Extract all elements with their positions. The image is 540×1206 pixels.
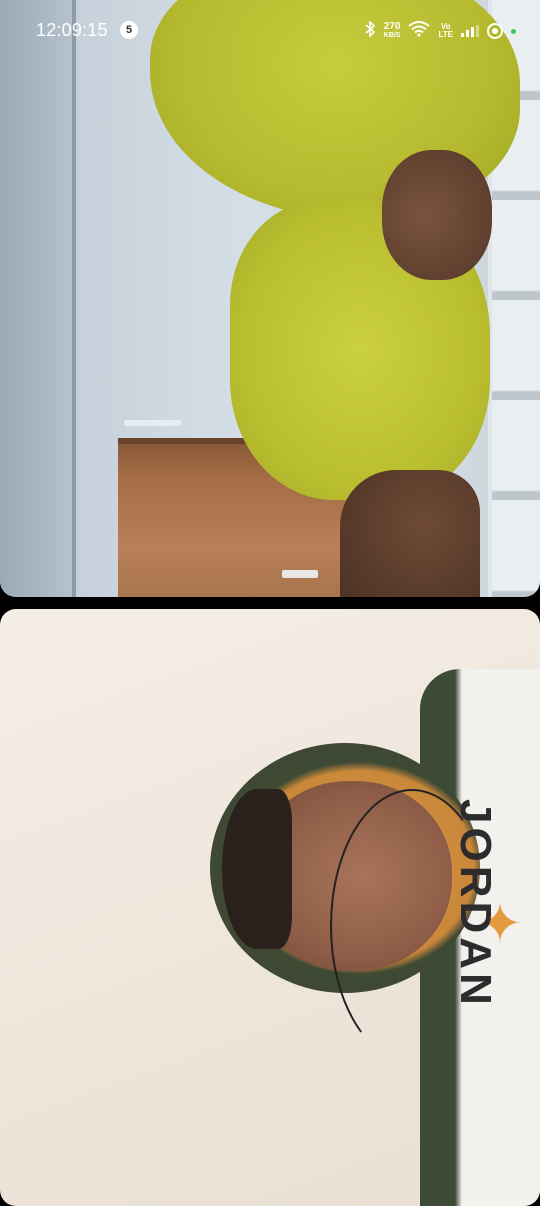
- network-speed-unit: KB/S: [383, 32, 401, 39]
- wall: [0, 0, 72, 597]
- arm: [340, 470, 480, 597]
- hoodie-print-text: JORDAN: [451, 799, 500, 1009]
- cellular-signal-icon: [461, 25, 479, 37]
- status-bar: 12:09:15 5 270 KB/S Vo LTE: [0, 0, 540, 62]
- status-time: 12:09:15: [36, 20, 108, 40]
- wall-edge: [72, 0, 76, 597]
- rod: [124, 420, 182, 426]
- bluetooth-icon: [364, 20, 376, 41]
- network-speed: 270 KB/S: [384, 22, 401, 40]
- hair: [222, 789, 292, 949]
- status-icons: 270 KB/S Vo LTE: [364, 20, 516, 42]
- volte-indicator: Vo LTE: [438, 23, 453, 39]
- hand: [382, 150, 492, 280]
- cabinet-handle: [282, 570, 318, 578]
- remote-video-feed[interactable]: [0, 0, 540, 597]
- network-speed-value: 270: [383, 21, 401, 32]
- privacy-indicator-dot: [511, 28, 516, 34]
- screen-record-icon: [487, 23, 503, 39]
- notification-count-badge: 5: [120, 21, 138, 39]
- wifi-icon: [408, 20, 431, 42]
- volte-bottom: LTE: [438, 30, 453, 39]
- local-video-feed[interactable]: ✦ JORDAN: [0, 609, 540, 1206]
